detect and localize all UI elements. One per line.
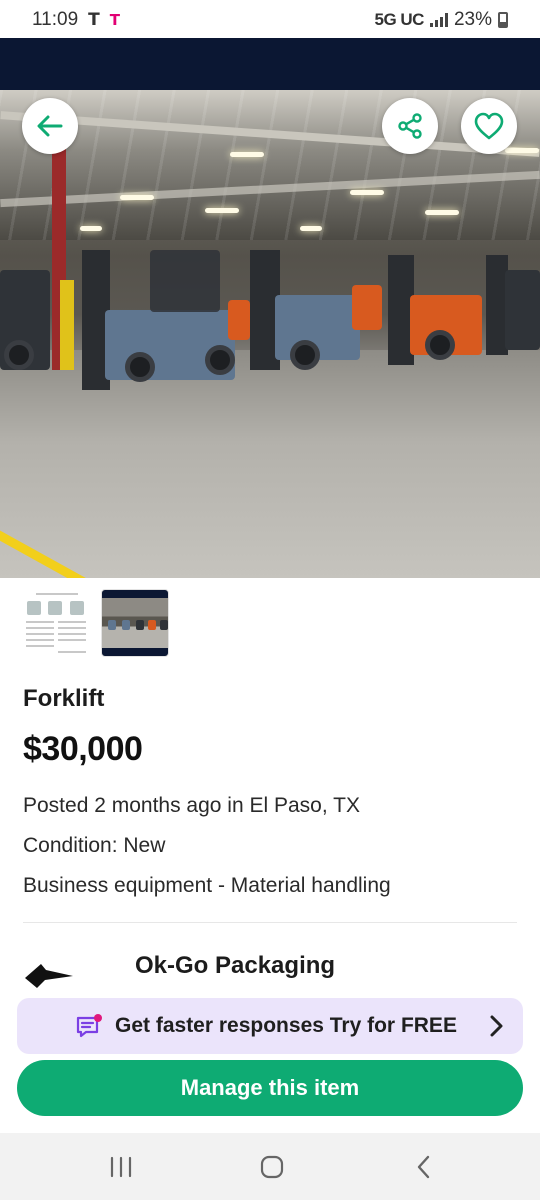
listing-price: $30,000 [23, 730, 143, 768]
share-button[interactable] [382, 98, 438, 154]
network-type: 5G UC [374, 10, 425, 29]
signal-icon [429, 13, 448, 27]
arrow-left-icon [37, 115, 63, 137]
thumbnail-photo[interactable] [101, 589, 169, 657]
battery-percent: 23% [453, 9, 492, 30]
message-icon [76, 1014, 102, 1038]
status-bar: 11:09 T T 5G UC 23% [0, 0, 540, 40]
manage-item-button[interactable]: Manage this item [17, 1060, 523, 1116]
home-icon [260, 1155, 284, 1179]
seller-row[interactable]: Ok-Go Packaging [23, 948, 523, 996]
home-button[interactable] [252, 1151, 292, 1183]
recent-apps-icon [110, 1156, 132, 1178]
listing-condition: Condition: New [23, 834, 166, 857]
status-time: 11:09 [32, 9, 79, 30]
promo-banner[interactable]: Get faster responses Try for FREE [17, 998, 523, 1054]
seller-name: Ok-Go Packaging [135, 952, 336, 979]
thumbnail-document[interactable] [22, 589, 90, 657]
listing-title: Forklift [23, 685, 105, 712]
listing-photo [0, 90, 540, 578]
share-icon [398, 113, 422, 139]
seller-logo [25, 964, 73, 988]
heart-icon [474, 112, 504, 140]
system-nav-bar [0, 1133, 540, 1200]
chevron-right-icon [490, 1015, 503, 1037]
system-back-button[interactable] [404, 1151, 444, 1183]
promo-text: Get faster responses Try for FREE [115, 1014, 457, 1037]
divider [23, 922, 517, 923]
recent-apps-button[interactable] [101, 1151, 141, 1183]
favorite-button[interactable] [461, 98, 517, 154]
tmobile-icon: T [109, 11, 120, 29]
listing-photo-viewer[interactable] [0, 38, 540, 578]
back-button[interactable] [22, 98, 78, 154]
back-chevron-icon [417, 1155, 430, 1179]
carrier-icon: T [88, 10, 100, 30]
battery-icon [498, 12, 508, 28]
listing-category: Business equipment - Material handling [23, 874, 391, 897]
listing-posted: Posted 2 months ago in El Paso, TX [23, 794, 360, 817]
photo-thumbnails [22, 589, 169, 657]
